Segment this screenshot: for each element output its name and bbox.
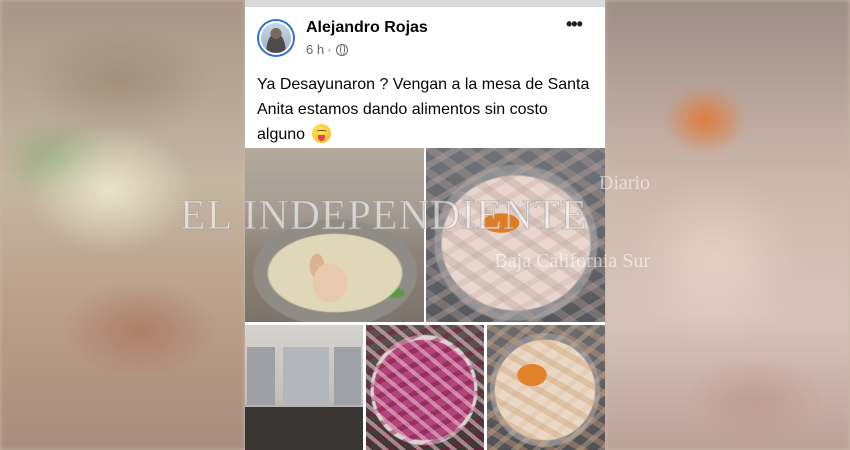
drooling-face-emoji-icon [311,124,331,143]
author-name[interactable]: Alejandro Rojas [306,19,428,37]
photo-soup-pot[interactable] [245,148,424,322]
blurred-background-left [0,0,245,450]
post-time[interactable]: 6 h [306,42,324,57]
more-options-button[interactable]: ••• [566,14,583,35]
photo-cooking-pots[interactable] [245,325,363,450]
post-body-text: Ya Desayunaron ? Vengan a la mesa de San… [257,76,590,143]
post-text: Ya Desayunaron ? Vengan a la mesa de San… [257,72,597,147]
blurred-background-right [605,0,850,450]
author-avatar[interactable] [257,19,295,57]
post-meta: 6 h · [306,42,349,57]
avatar-photo [259,21,293,55]
photo-pasta-pot[interactable] [426,148,605,322]
facebook-post-card: Alejandro Rojas 6 h · ••• Ya Desayunaron… [245,0,605,450]
meta-separator: · [327,42,332,57]
photo-beet-dish[interactable] [366,325,484,450]
top-divider [245,0,605,7]
globe-icon[interactable] [336,43,349,56]
photo-pasta-pot-2[interactable] [487,325,605,450]
